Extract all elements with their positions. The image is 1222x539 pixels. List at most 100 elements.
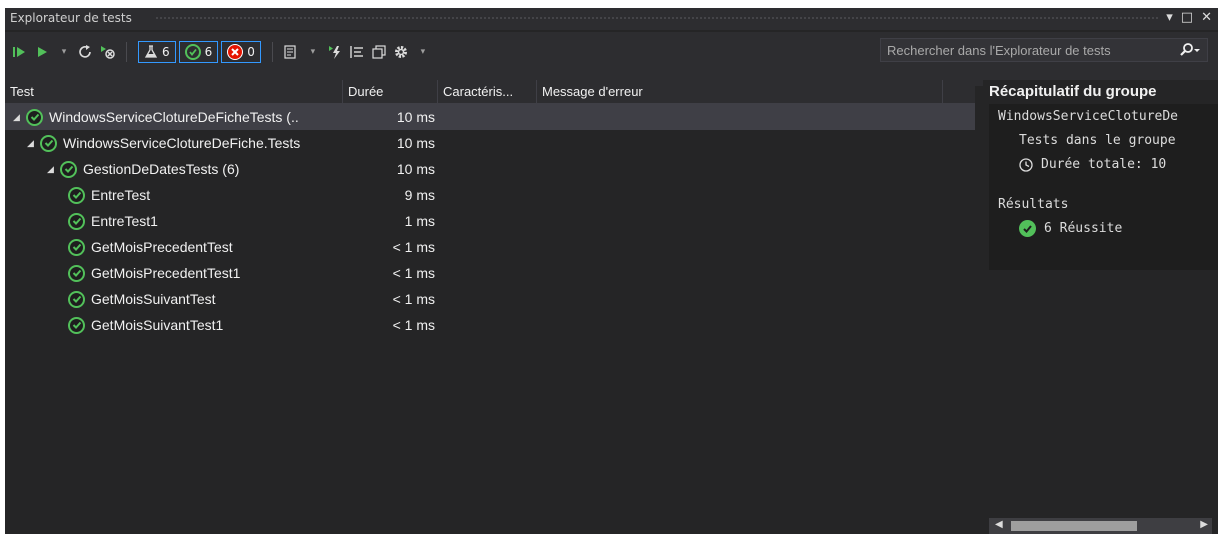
run-dropdown-icon[interactable]: ▾: [55, 41, 73, 63]
table-row[interactable]: ◢ WindowsServiceClotureDeFicheTests (.. 10…: [5, 104, 975, 130]
test-name-cell: GetMoisSuivantTest1: [68, 312, 223, 338]
passed-count[interactable]: 6 Réussite: [1044, 221, 1122, 236]
maximize-button[interactable]: □: [1181, 10, 1193, 25]
column-traits[interactable]: Caractéris...: [438, 80, 537, 103]
clock-icon: [1019, 157, 1033, 172]
scroll-left-arrow-icon[interactable]: ◀: [995, 519, 1003, 530]
cancel-run-icon[interactable]: [99, 41, 117, 63]
fail-icon: [227, 44, 244, 60]
table-row[interactable]: ◢ GestionDeDatesTests (6) 10 ms: [5, 156, 975, 182]
settings-dropdown-icon[interactable]: ▾: [414, 41, 432, 63]
test-name: GetMoisSuivantTest1: [91, 317, 224, 333]
test-name: EntreTest1: [91, 213, 158, 229]
test-name-cell: ◢ WindowsServiceClotureDeFiche.Tests: [27, 130, 300, 156]
test-duration: < 1 ms: [392, 265, 435, 281]
pass-check-icon: [68, 212, 85, 230]
test-name: GetMoisSuivantTest: [91, 291, 216, 307]
test-name-cell: GetMoisSuivantTest: [68, 286, 216, 312]
drag-grip[interactable]: [155, 16, 1158, 21]
test-name: EntreTest: [91, 187, 151, 203]
test-name: WindowsServiceClotureDeFiche.Tests: [63, 135, 301, 151]
settings-gear-icon[interactable]: [392, 41, 410, 63]
run-all-icon[interactable]: [11, 41, 29, 63]
copy-icon[interactable]: [370, 41, 388, 63]
test-duration: 9 ms: [404, 187, 435, 203]
table-row[interactable]: GetMoisSuivantTest < 1 ms: [5, 286, 975, 312]
pass-check-icon: [68, 290, 85, 308]
test-duration: 10 ms: [396, 109, 435, 125]
column-duration[interactable]: Durée: [343, 80, 438, 103]
summary-title: Récapitulatif du groupe: [989, 83, 1157, 100]
test-duration: < 1 ms: [392, 291, 435, 307]
close-button[interactable]: ✕: [1201, 10, 1212, 25]
column-test[interactable]: Test: [5, 80, 343, 103]
horizontal-scrollbar[interactable]: ◀ ▶: [989, 518, 1212, 534]
test-duration: 10 ms: [396, 135, 435, 151]
summary-details: WindowsServiceClotureDe Tests dans le gr…: [989, 104, 1218, 270]
test-name: GetMoisPrecedentTest1: [91, 265, 241, 281]
expand-arrow-icon[interactable]: ◢: [13, 104, 23, 130]
pass-check-icon: [68, 316, 85, 334]
playlist-dropdown-icon[interactable]: ▾: [304, 41, 322, 63]
test-explorer-panel: Explorateur de tests ▾ □ ✕ ▾ 6 6 0 ▾ ▾ R…: [5, 8, 1218, 534]
toolbar-separator: [271, 42, 273, 62]
filter-failed-button[interactable]: 0: [221, 41, 261, 63]
group-summary-pane: Récapitulatif du groupe WindowsServiceCl…: [983, 80, 1218, 534]
group-by-icon[interactable]: [348, 41, 366, 63]
pass-check-icon: [68, 186, 85, 204]
column-error-message[interactable]: Message d'erreur: [537, 80, 943, 103]
scroll-thumb[interactable]: [1011, 521, 1137, 531]
table-row[interactable]: EntreTest 9 ms: [5, 182, 975, 208]
table-row[interactable]: ◢ WindowsServiceClotureDeFiche.Tests 10 ms: [5, 130, 975, 156]
test-duration: 10 ms: [396, 161, 435, 177]
test-name: GetMoisPrecedentTest: [91, 239, 233, 255]
pass-check-icon: [40, 134, 57, 152]
toolbar: ▾ 6 6 0 ▾ ▾ Rechercher dans l'Explorateu…: [5, 32, 1218, 86]
test-duration: 1 ms: [404, 213, 435, 229]
test-name: WindowsServiceClotureDeFicheTests (..: [49, 109, 299, 125]
table-row[interactable]: GetMoisPrecedentTest1 < 1 ms: [5, 260, 975, 286]
test-tree: ◢ WindowsServiceClotureDeFicheTests (.. 10…: [5, 104, 975, 534]
tests-in-group: Tests dans le groupe: [1019, 133, 1176, 148]
filter-passed-button[interactable]: 6: [178, 41, 219, 63]
test-list: Test Durée Caractéris... Message d'erreu…: [5, 80, 975, 534]
results-label: Résultats: [998, 197, 1069, 212]
pass-check-icon: [1019, 220, 1036, 237]
pass-check-icon: [68, 264, 85, 282]
search-box[interactable]: [880, 38, 1208, 62]
test-name-cell: EntreTest1: [68, 208, 158, 234]
repeat-run-icon[interactable]: [77, 41, 95, 63]
filter-total-button[interactable]: 6: [138, 41, 176, 63]
table-row[interactable]: EntreTest1 1 ms: [5, 208, 975, 234]
table-row[interactable]: GetMoisSuivantTest1 < 1 ms: [5, 312, 975, 338]
window-title: Explorateur de tests: [10, 11, 132, 25]
table-row[interactable]: GetMoisPrecedentTest < 1 ms: [5, 234, 975, 260]
test-name-cell: ◢ WindowsServiceClotureDeFicheTests (..: [13, 104, 299, 130]
toolbar-separator: [126, 42, 127, 62]
test-name-cell: GetMoisPrecedentTest: [68, 234, 233, 260]
test-name-cell: EntreTest: [68, 182, 150, 208]
scroll-right-arrow-icon[interactable]: ▶: [1200, 519, 1208, 530]
search-input[interactable]: [881, 41, 1173, 59]
filter-total-count: 6: [162, 45, 170, 59]
test-duration: < 1 ms: [392, 317, 435, 333]
filter-failed-count: 0: [247, 45, 255, 59]
pass-check-icon: [60, 160, 77, 178]
group-name[interactable]: WindowsServiceClotureDe: [998, 109, 1178, 124]
expand-arrow-icon[interactable]: ◢: [27, 130, 37, 156]
table-header: Test Durée Caractéris... Message d'erreu…: [5, 80, 975, 104]
window-menu-button[interactable]: ▾: [1166, 10, 1173, 25]
pass-check-icon: [26, 108, 43, 126]
test-name-cell: GetMoisPrecedentTest1: [68, 260, 240, 286]
pass-icon: [184, 44, 201, 60]
expand-arrow-icon[interactable]: ◢: [47, 156, 57, 182]
test-duration: < 1 ms: [392, 239, 435, 255]
title-bar: Explorateur de tests ▾ □ ✕: [5, 8, 1218, 30]
playlist-icon[interactable]: [282, 41, 300, 63]
flask-icon: [144, 45, 158, 58]
search-icon[interactable]: [1173, 43, 1207, 57]
run-icon[interactable]: [33, 41, 51, 63]
filter-passed-count: 6: [204, 45, 213, 59]
run-after-build-icon[interactable]: [326, 41, 344, 63]
total-duration: Durée totale: 10: [1041, 157, 1167, 172]
